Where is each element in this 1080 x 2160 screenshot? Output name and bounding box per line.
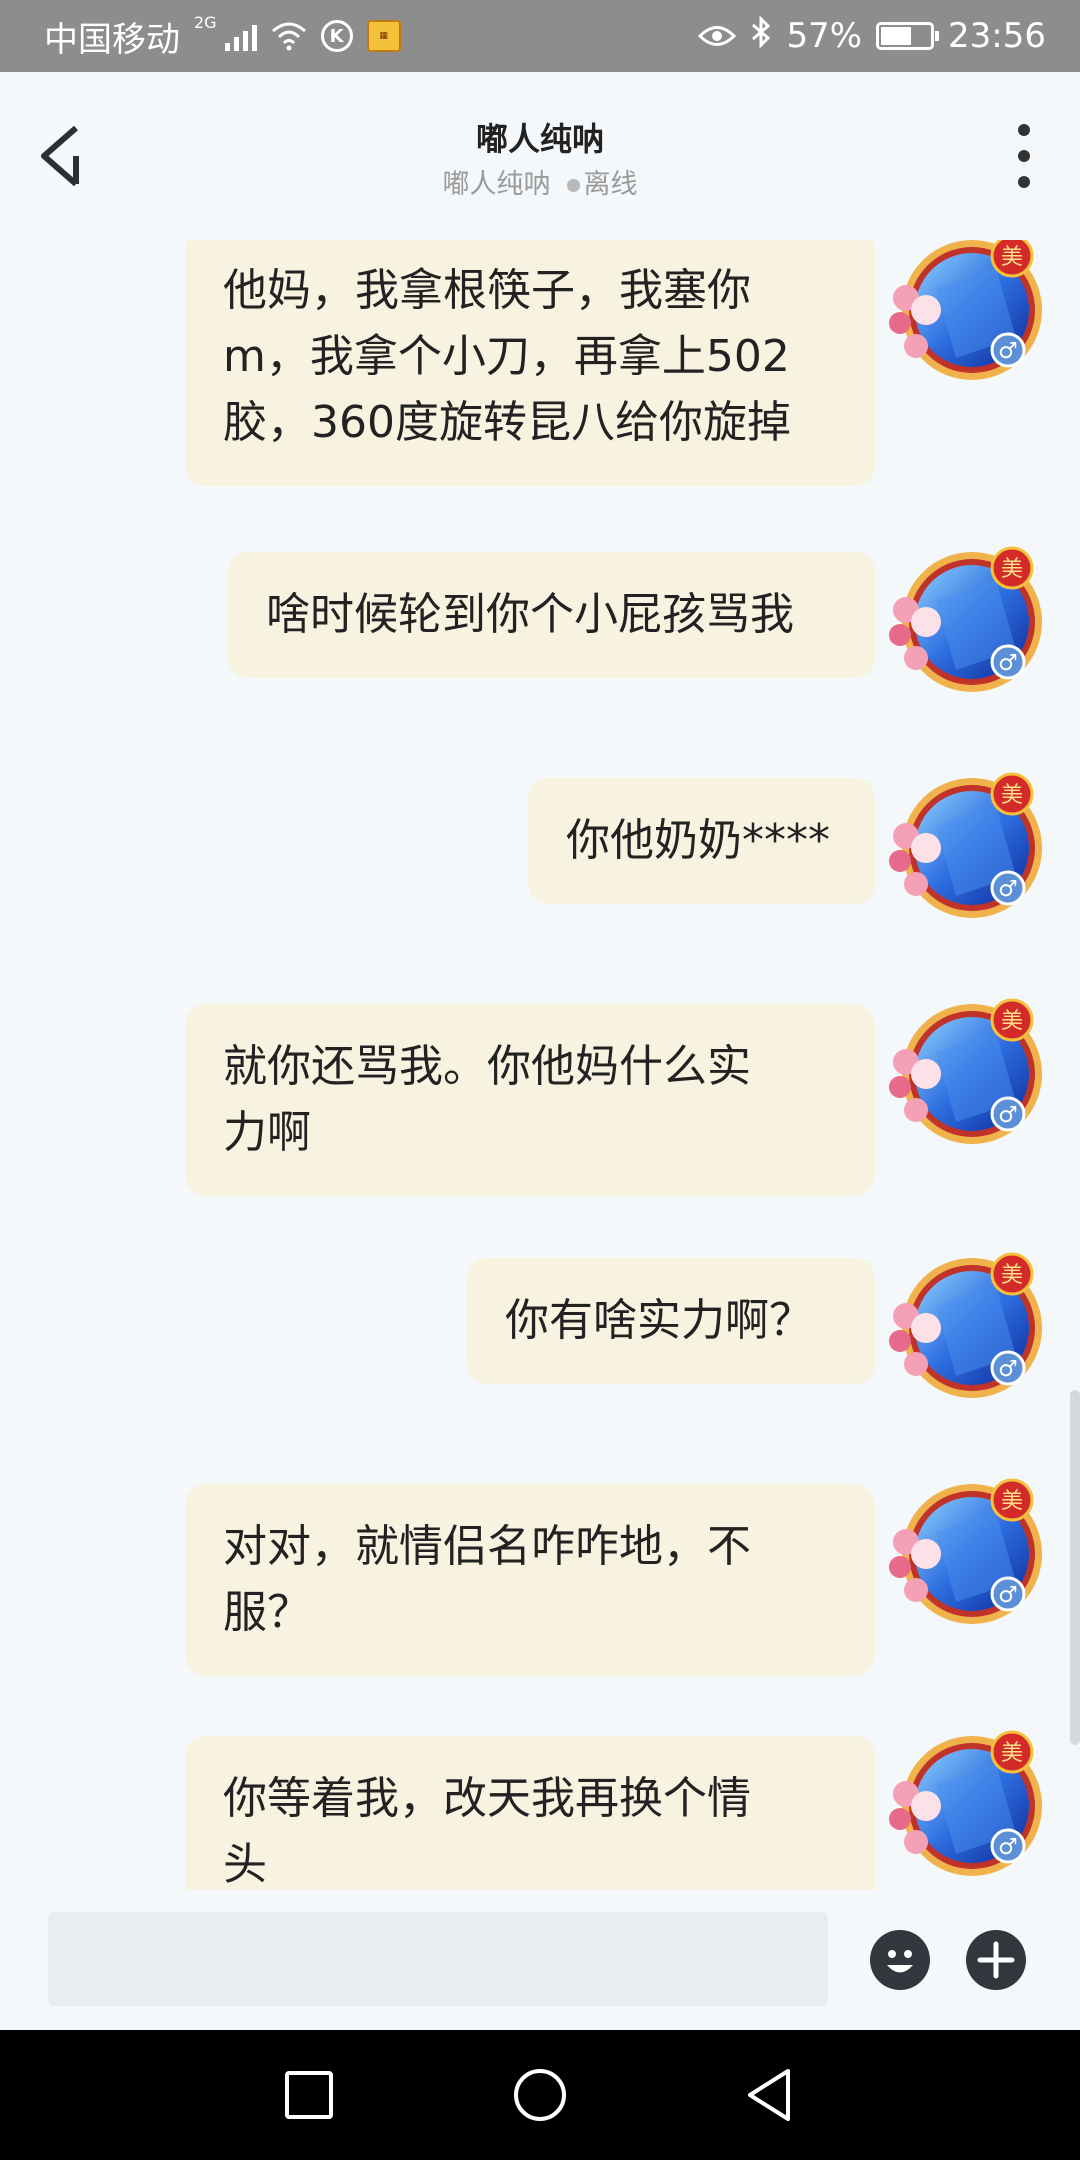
presence-text: 离线 (583, 169, 638, 200)
eye-icon (698, 23, 737, 49)
triangle-back-icon (748, 2069, 790, 2121)
k-app-icon: K (320, 20, 353, 52)
avatar-badge: 美 (1001, 245, 1023, 270)
system-nav-bar (0, 2030, 1080, 2160)
message-bubble[interactable]: 你有啥实力啊？ (467, 1258, 875, 1384)
message-bubble[interactable]: 啥时候轮到你个小屁孩骂我 (228, 552, 875, 678)
signal-icon (224, 21, 257, 51)
message-bubble[interactable]: 就你还骂我。你他妈什么实 力啊 (185, 1004, 875, 1196)
avatar-badge: 美 (1001, 1741, 1023, 1766)
male-icon: ♂ (998, 1835, 1018, 1860)
status-left: 中国移动 2G K ▦ (44, 12, 401, 61)
avatar-image: 美♂ (889, 240, 1042, 380)
more-button[interactable] (1004, 124, 1044, 188)
avatar[interactable]: 美 ♂ (886, 1724, 1044, 1884)
avatar[interactable]: 美 ♂ (886, 540, 1044, 700)
carrier-name: 中国移动 (44, 19, 180, 60)
avatar-image: 美♂ (889, 998, 1042, 1144)
home-button[interactable] (508, 2063, 572, 2127)
emoji-icon (887, 1950, 913, 1973)
message-bubble[interactable]: 你等着我，改天我再换个情 头 (185, 1736, 875, 1890)
message-input[interactable] (48, 1912, 828, 2006)
battery-percent: 57% (786, 16, 863, 56)
bluetooth-icon (750, 15, 772, 56)
avatar[interactable]: 美 ♂ (886, 240, 1044, 388)
wifi-icon (271, 21, 307, 51)
chat-header: 嘟人纯呐 嘟人纯呐 离线 (0, 72, 1080, 240)
plus-icon (977, 1941, 1015, 1979)
avatar-image: 美♂ (889, 1478, 1042, 1624)
presence-line: 嘟人纯呐 离线 (0, 162, 1080, 201)
avatar[interactable]: 美 ♂ (886, 1472, 1044, 1632)
avatar-badge: 美 (1001, 1263, 1023, 1288)
avatar[interactable]: 美 ♂ (886, 1246, 1044, 1406)
square-icon (285, 2071, 333, 2119)
male-icon: ♂ (998, 1357, 1018, 1382)
circle-icon (514, 2069, 566, 2121)
avatar-image: 美♂ (889, 1730, 1042, 1876)
plus-button[interactable] (966, 1930, 1026, 1990)
avatar-badge: 美 (1001, 783, 1023, 808)
recent-apps-button[interactable] (277, 2063, 341, 2127)
battery-icon (876, 22, 940, 50)
more-vertical-icon (1018, 124, 1030, 136)
avatar-image: 美♂ (889, 546, 1042, 692)
avatar-image: 美♂ (889, 1252, 1042, 1398)
network-type: 2G (194, 12, 217, 32)
subtitle-name: 嘟人纯呐 (442, 169, 551, 200)
emoji-button[interactable] (870, 1930, 930, 1990)
status-right: 57% 23:56 (698, 15, 1046, 56)
avatar-badge: 美 (1001, 557, 1023, 582)
male-icon: ♂ (998, 339, 1018, 364)
system-back-button[interactable] (738, 2063, 802, 2127)
clock: 23:56 (948, 16, 1046, 56)
scrollbar[interactable] (1070, 1390, 1080, 1745)
avatar[interactable]: 美 ♂ (886, 992, 1044, 1152)
offline-dot-icon (566, 179, 580, 192)
avatar-badge: 美 (1001, 1489, 1023, 1514)
male-icon: ♂ (998, 1583, 1018, 1608)
avatar-image: 美♂ (889, 772, 1042, 918)
message-bubble[interactable]: 对对，就情侣名咋咋地，不 服？ (185, 1484, 875, 1676)
message-list[interactable]: 他妈，我拿根筷子，我塞你 m，我拿个小刀，再拿上502 胶，360度旋转昆八给你… (0, 240, 1080, 1890)
status-bar: 中国移动 2G K ▦ 57% 23:56 (0, 0, 1080, 72)
male-icon: ♂ (998, 651, 1018, 676)
avatar-badge: 美 (1001, 1009, 1023, 1034)
message-bubble[interactable]: 他妈，我拿根筷子，我塞你 m，我拿个小刀，再拿上502 胶，360度旋转昆八给你… (185, 240, 875, 486)
avatar[interactable]: 美 ♂ (886, 766, 1044, 926)
input-bar (0, 1890, 1080, 2030)
message-bubble[interactable]: 你他奶奶**** (528, 778, 875, 904)
male-icon: ♂ (998, 1103, 1018, 1128)
page-title: 嘟人纯呐 (475, 120, 604, 158)
male-icon: ♂ (998, 877, 1018, 902)
app-badge-icon: ▦ (366, 20, 401, 52)
presence-status: 离线 (566, 162, 638, 201)
